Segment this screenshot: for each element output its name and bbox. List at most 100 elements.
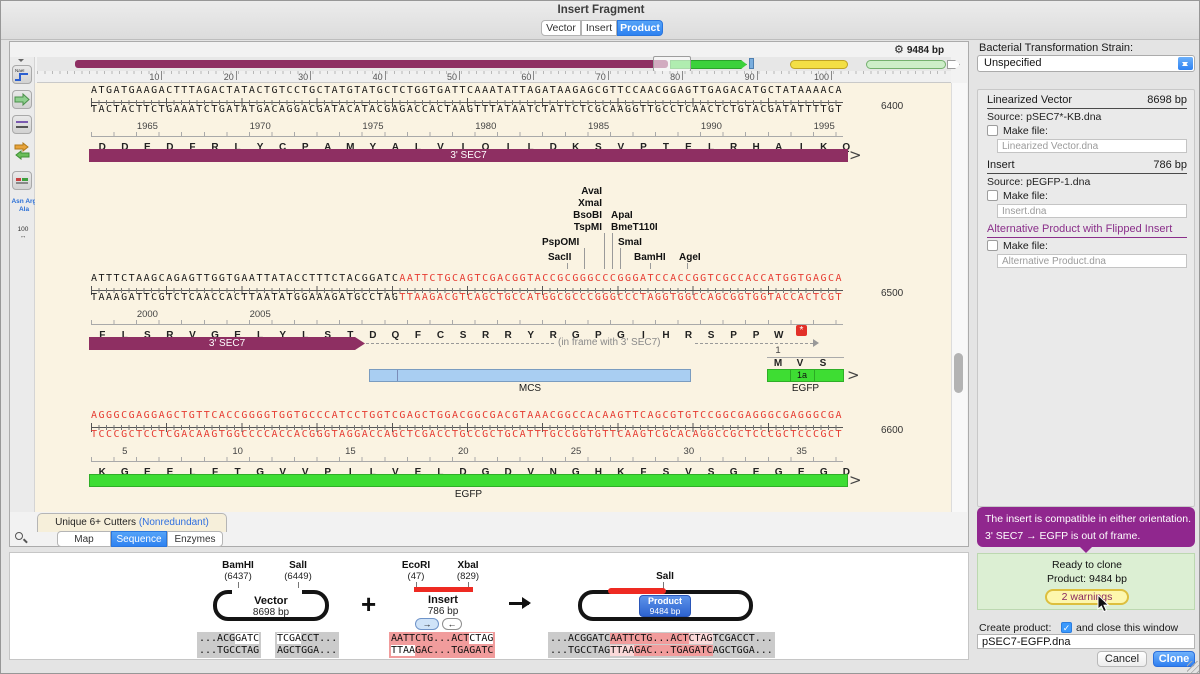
vector-site1-pos: (6437) [224,571,251,582]
bottom-strand[interactable]: TAAAGATTCGTCTCAACCACTTAATATGGAAAGATGCCTA… [91,292,843,303]
top-strand[interactable]: ATGATGAAGACTTTAGACTATACTGTCCTGCTATGTATGC… [91,85,843,96]
vertical-scrollbar[interactable] [951,83,967,512]
feature-bar-sec7-end[interactable]: 3' SEC7 [89,337,365,350]
ruler-major-tick [608,71,609,80]
ruler-major-tick [831,71,832,80]
egfp-aa-m: M [774,358,782,369]
strain-dropdown[interactable]: Unspecified [977,55,1195,72]
view-tab-sequence[interactable]: Sequence [111,531,167,547]
make-file-checkbox[interactable] [987,125,998,136]
feature-bar-egfp[interactable] [89,474,848,487]
feature-continues-icon [847,368,860,382]
egfp-feature-start-bar[interactable]: 1a [767,369,844,382]
view-tab-map[interactable]: Map [57,531,111,547]
enzyme-label-tspmi[interactable]: TspMI [574,222,602,233]
codon-number: 1985 [588,121,609,132]
alignment-icon [13,172,31,189]
ruler-label: 80 [670,72,680,82]
features-tool-button[interactable] [12,90,32,109]
svg-text:NaeI: NaeI [15,68,25,73]
enzyme-label-smai[interactable]: SmaI [618,237,642,248]
enzymes-tool-button[interactable]: NaeI [12,65,32,84]
enzyme-label-bamhi[interactable]: BamHI [634,252,666,263]
cancel-button[interactable]: Cancel [1097,651,1147,667]
nonredundant-link[interactable]: (Nonredundant) [139,517,209,528]
overview-yellow-feature[interactable] [790,60,848,69]
alignments-tool-button[interactable] [12,171,32,190]
insert-size: 786 bp [428,606,459,617]
search-icon[interactable] [15,532,28,545]
product-name-input[interactable] [977,634,1195,649]
enzyme-label-xmai[interactable]: XmaI [578,198,602,209]
bottom-strand[interactable]: TACTACTTCTGAAATCTGATATGACAGGACGATACATACG… [91,104,843,115]
horizontal-arrows-icon: ↔ [20,233,27,240]
make-file-checkbox[interactable] [987,240,998,251]
linearized-vector-filename-input[interactable] [997,139,1187,153]
codon-numbers: 20002005 [91,309,851,319]
bottom-strand[interactable]: TCCCGCTCCTCGACAAGTGGCCCCACCACGGGTAGGACCA… [91,429,843,440]
amino-acid: P [722,330,745,341]
insert-reverse-button[interactable]: ← [442,618,462,630]
top-strand[interactable]: ATTTCTAAGCAGAGTTGGTGAATTATACCTTTCTACGGAT… [91,273,843,284]
amino-acid-row: DDEDFRLYCPAMYALVIQILDKSVPTELRHAIKQ [91,137,858,148]
close-window-checkbox[interactable]: ✓ [1061,622,1072,633]
enzyme-site-tick [612,233,613,269]
ready-to-clone-box: Ready to clone Product: 9484 bp 2 warnin… [977,553,1195,610]
overview-viewport-handle[interactable] [653,56,691,72]
egfp-aa-v: V [797,358,804,369]
ruler-label: 60 [521,72,531,82]
orfs-tool-button[interactable] [13,142,33,165]
product-site-name: SalI [656,571,674,582]
dropdown-stepper-icon[interactable] [1178,57,1193,70]
enzyme-label-avai[interactable]: AvaI [581,186,602,197]
resize-grip[interactable] [1187,661,1199,673]
primers-tool-button[interactable] [12,115,32,134]
feature-bar-sec7[interactable]: 3' SEC7 [89,149,848,162]
tab-product[interactable]: Product [617,20,663,36]
primer-lines-icon [13,116,31,133]
gear-icon[interactable]: ⚙ [894,44,904,56]
enzyme-label-sacii[interactable]: SacII [548,252,571,263]
view-tab-enzymes[interactable]: Enzymes [167,531,223,547]
ruler-tool-button[interactable]: 100↔ [12,226,34,240]
amino-acid: Y [519,330,542,341]
enzyme-label-apai[interactable]: ApaI [611,210,633,221]
overview-small-feature[interactable] [749,58,754,69]
vector-label: Vector [254,595,288,607]
product-junction-seq: ...ACGGATCAATTCTG...ACTCTAGTCGACCT......… [548,632,775,658]
egfp-mini-label: EGFP [767,383,844,394]
ruler-label: 20 [224,72,234,82]
enzyme-cut-icon: NaeI [13,66,31,83]
insert-filename-input[interactable] [997,204,1187,218]
codon-number: 10 [232,446,243,457]
product-insert-segment [608,588,666,594]
overview-lightgreen-feature[interactable] [866,60,946,69]
cutters-tab[interactable]: Unique 6+ Cutters (Nonredundant) [37,513,227,532]
inframe-dash-right [695,343,813,344]
codon-number: 20 [458,446,469,457]
overview-sec7-feature[interactable] [75,60,668,68]
tab-insert[interactable]: Insert [581,20,617,36]
position-label: 6400 [881,101,903,112]
vector-left-end-seq: ...ACGGATC...TGCCTAG [197,632,261,658]
scrollbar-thumb[interactable] [954,353,963,393]
enzyme-label-bsobi[interactable]: BsoBI [573,210,602,221]
codon-number: 15 [345,446,356,457]
enzyme-label-bmet110i[interactable]: BmeT110I [611,222,658,233]
insert-forward-button[interactable]: → [415,618,439,630]
top-strand[interactable]: AGGGCGAGGAGCTGTTCACCGGGGTGGTGCCCATCCTGGT… [91,410,843,421]
enzyme-label-pspomi[interactable]: PspOMI [542,237,579,248]
codon-number: 1980 [475,121,496,132]
ruler-major-tick [459,71,460,80]
mcs-feature-bar[interactable] [369,369,691,382]
insert-site1-name: EcoRI [402,560,430,571]
ruler-label: 50 [447,72,457,82]
make-file-checkbox[interactable] [987,190,998,201]
warnings-button[interactable]: 2 warnings [1045,589,1129,605]
translations-tool-button[interactable]: Asn Arg Ala [11,198,37,213]
alternative-product-header: Alternative Product with Flipped Insert [987,223,1187,238]
alternative-filename-input[interactable] [997,254,1187,268]
tab-vector[interactable]: Vector [541,20,581,36]
enzyme-label-agei[interactable]: AgeI [679,252,701,263]
enzyme-site-tick [687,263,688,269]
